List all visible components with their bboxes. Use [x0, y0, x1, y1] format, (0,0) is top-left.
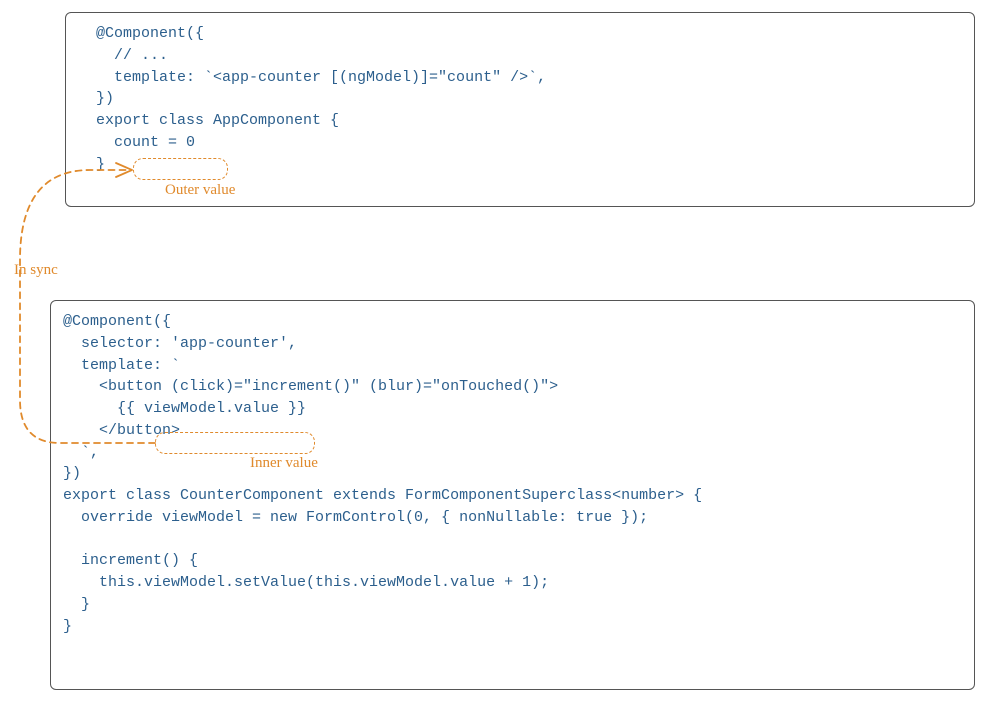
in-sync-label: In sync	[14, 260, 58, 282]
top-code: @Component({ // ... template: `<app-coun…	[78, 23, 962, 175]
outer-value-label: Outer value	[165, 180, 235, 202]
bottom-code-box: @Component({ selector: 'app-counter', te…	[50, 300, 975, 690]
bottom-code: @Component({ selector: 'app-counter', te…	[63, 311, 962, 637]
inner-value-label: Inner value	[250, 453, 318, 475]
inner-value-highlight	[155, 432, 315, 454]
outer-value-highlight	[133, 158, 228, 180]
